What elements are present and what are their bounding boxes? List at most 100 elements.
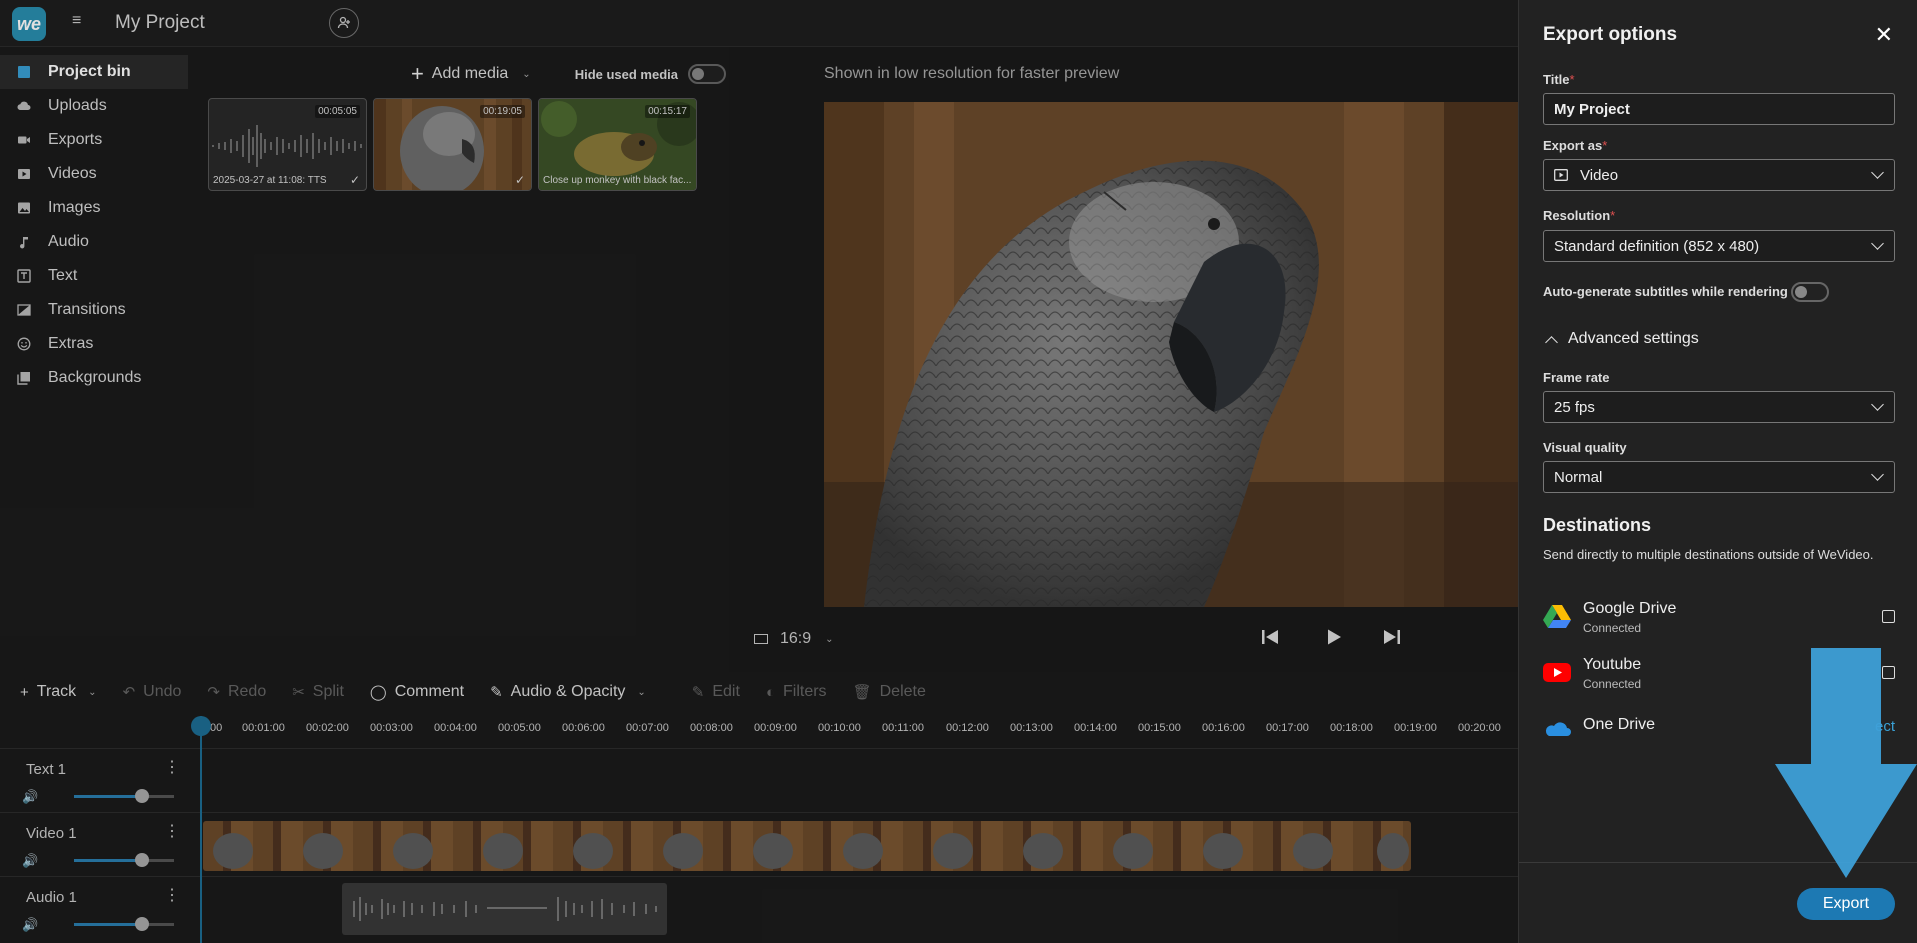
sidebar-item-label: Audio [48, 233, 89, 250]
skip-back-icon[interactable] [1260, 628, 1280, 651]
preview-frame[interactable] [824, 102, 1519, 607]
volume-slider[interactable] [74, 853, 174, 867]
more-options-icon[interactable]: ⋮ [164, 821, 180, 841]
media-item-audio[interactable]: 00:05:05 2025-03-27 at 11:08: TTS ✓ [208, 98, 367, 191]
transition-icon [0, 303, 48, 317]
wevideo-logo[interactable]: we [12, 7, 46, 41]
ruler-tick: 00:08:00 [690, 722, 733, 734]
scissors-icon: ✂ [292, 684, 305, 701]
track-name: Text 1 [26, 761, 67, 778]
export-as-select[interactable]: Video [1543, 159, 1895, 191]
chevron-down-icon [1871, 468, 1884, 481]
volume-icon[interactable]: 🔊 [22, 917, 38, 933]
sidebar-item-backgrounds[interactable]: Backgrounds [0, 361, 188, 395]
volume-fill [74, 923, 142, 926]
media-duration: 00:19:05 [480, 105, 525, 118]
audio-clip-tts[interactable] [342, 883, 667, 935]
google-drive-icon [1543, 605, 1571, 628]
volume-knob[interactable] [135, 853, 149, 867]
add-collaborator-icon[interactable] [329, 8, 359, 38]
sidebar-item-text[interactable]: Text [0, 259, 188, 293]
media-caption: Close up monkey with black fac... [543, 175, 692, 186]
auto-subtitles-label: Auto-generate subtitles while rendering [1543, 284, 1788, 299]
media-item-monkey[interactable]: 00:15:17 Close up monkey with black fac.… [538, 98, 697, 191]
ruler-tick: 00:12:00 [946, 722, 989, 734]
volume-knob[interactable] [135, 917, 149, 931]
volume-icon[interactable]: 🔊 [22, 853, 38, 869]
more-options-icon[interactable]: ⋮ [164, 885, 180, 905]
media-item-parrot[interactable]: 00:19:05 ✓ [373, 98, 532, 191]
resolution-select[interactable]: Standard definition (852 x 480) [1543, 230, 1895, 262]
comment-button[interactable]: ◯ Comment [370, 683, 464, 701]
chevron-up-icon [1545, 335, 1558, 349]
split-button[interactable]: ✂ Split [292, 683, 344, 701]
timeline-ruler[interactable]: 00 00:01:00 00:02:00 00:03:00 00:04:00 0… [200, 716, 1518, 742]
edit-button[interactable]: ✎ Edit [692, 683, 740, 701]
parrot-image [824, 102, 1519, 607]
chevron-down-icon [1871, 237, 1884, 250]
chevron-down-icon [1871, 398, 1884, 411]
preview-controls: 16:9 ⌄ [729, 610, 1519, 672]
pencil-icon: ✎ [691, 684, 705, 701]
playhead-line[interactable] [200, 716, 202, 943]
title-input-value: My Project [1554, 100, 1630, 118]
video-clip-parrot[interactable] [203, 821, 1411, 871]
play-icon[interactable] [1325, 628, 1343, 651]
sidebar-item-images[interactable]: Images [0, 191, 188, 225]
export-button[interactable]: Export [1797, 888, 1895, 920]
visual-quality-label: Visual quality [1543, 440, 1627, 455]
text-box-icon [0, 269, 48, 283]
audio-opacity-button[interactable]: ✎ Audio & Opacity ⌄ [490, 683, 646, 701]
redo-button[interactable]: ↷ Redo [207, 683, 266, 701]
resolution-value: Standard definition (852 x 480) [1554, 237, 1760, 255]
sidebar-item-videos[interactable]: Videos [0, 157, 188, 191]
play-box-icon [0, 167, 48, 181]
visual-quality-select[interactable]: Normal [1543, 461, 1895, 493]
more-options-icon[interactable]: ⋮ [164, 757, 180, 777]
ruler-tick: 00:11:00 [882, 722, 925, 734]
sidebar-item-audio[interactable]: Audio [0, 225, 188, 259]
delete-button[interactable]: 🗑 Delete [853, 683, 926, 701]
skip-forward-icon[interactable] [1382, 628, 1402, 651]
frame-rate-select[interactable]: 25 fps [1543, 391, 1895, 423]
auto-subtitles-toggle[interactable] [1791, 282, 1829, 302]
project-title[interactable]: My Project [115, 12, 205, 34]
aspect-ratio-selector[interactable]: 16:9 ⌄ [754, 630, 834, 648]
track-button[interactable]: + Track ⌄ [20, 683, 97, 701]
playhead-handle[interactable] [191, 716, 211, 736]
comment-icon: ◯ [369, 684, 387, 701]
comment-label: Comment [394, 683, 465, 700]
menu-icon[interactable]: ≡ [72, 13, 86, 29]
destination-checkbox[interactable] [1882, 610, 1895, 623]
video-clip-frames [213, 833, 1409, 869]
chevron-down-icon: ⌄ [88, 686, 97, 698]
one-drive-icon [1545, 722, 1571, 736]
sidebar-item-exports[interactable]: Exports [0, 123, 188, 157]
sidebar: Project bin Uploads Exports Videos Image… [0, 55, 188, 675]
plus-icon: + [410, 61, 424, 86]
sidebar-item-uploads[interactable]: Uploads [0, 89, 188, 123]
volume-slider[interactable] [74, 917, 174, 931]
title-input[interactable]: My Project [1543, 93, 1895, 125]
sidebar-item-project-bin[interactable]: Project bin [0, 55, 188, 89]
sidebar-item-transitions[interactable]: Transitions [0, 293, 188, 327]
hide-used-media-toggle[interactable] [688, 64, 726, 84]
destinations-description: Send directly to multiple destinations o… [1543, 547, 1874, 562]
filters-button[interactable]: ◐ Filters [766, 683, 827, 701]
chevron-down-icon: ⌄ [825, 633, 834, 645]
volume-knob[interactable] [135, 789, 149, 803]
advanced-settings-toggle[interactable]: Advanced settings [1543, 330, 1699, 349]
destination-name: Youtube [1583, 656, 1642, 673]
square-icon [0, 65, 48, 79]
ruler-tick: 00:10:00 [818, 722, 861, 734]
volume-icon[interactable]: 🔊 [22, 789, 38, 805]
volume-slider[interactable] [74, 789, 174, 803]
destination-google-drive: Google Drive Connected [1543, 598, 1895, 638]
add-media-button[interactable]: + Add media ⌄ [411, 61, 531, 87]
export-panel-title: Export options [1543, 24, 1678, 45]
video-camera-icon [0, 133, 48, 147]
undo-button[interactable]: ↶ Undo [123, 683, 182, 701]
sidebar-item-extras[interactable]: Extras [0, 327, 188, 361]
timeline-row-text-1[interactable] [200, 748, 1518, 810]
close-icon[interactable]: ✕ [1875, 22, 1893, 48]
